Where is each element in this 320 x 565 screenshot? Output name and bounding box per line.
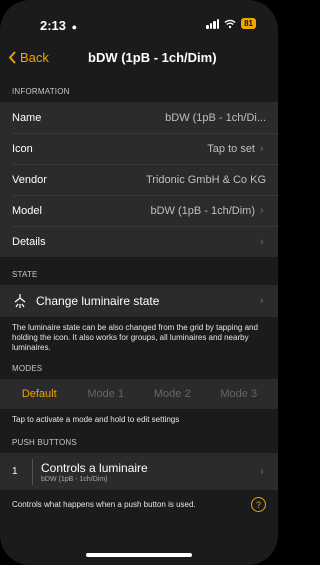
person-icon: ● [71, 22, 78, 32]
info-row-value: bDW (1pB - 1ch/Di... [165, 111, 266, 124]
status-bar: 2:13 ● 81 [0, 0, 278, 44]
info-row-label: Name [12, 111, 42, 124]
change-state-button[interactable]: Change luminaire state › [0, 285, 278, 317]
push-button-text: Controls a luminaire bDW (1pB - 1ch/Dim) [41, 461, 255, 483]
status-right: 81 [206, 18, 256, 29]
mode-1[interactable]: Mode 1 [73, 388, 140, 400]
help-button[interactable]: ? [251, 497, 266, 512]
information-header: INFORMATION [12, 87, 70, 96]
change-state-label: Change luminaire state [36, 294, 160, 308]
battery-icon: 81 [241, 18, 256, 29]
state-group: Change luminaire state › [0, 285, 278, 317]
page-title: bDW (1pB - 1ch/Dim) [88, 50, 217, 65]
luminaire-icon [14, 294, 26, 308]
modes-header: MODES [12, 364, 43, 373]
chevron-right-icon: › [260, 465, 264, 478]
info-row-icon[interactable]: Icon Tap to set › [0, 133, 278, 164]
info-row-details[interactable]: Details › [0, 226, 278, 257]
mode-2[interactable]: Mode 2 [139, 388, 206, 400]
push-button-title: Controls a luminaire [41, 460, 148, 475]
info-row-name[interactable]: Name bDW (1pB - 1ch/Di... [0, 102, 278, 133]
push-buttons-note-row: Controls what happens when a push button… [0, 490, 278, 512]
info-row-vendor: Vendor Tridonic GmbH & Co KG [0, 164, 278, 195]
home-indicator[interactable] [86, 553, 192, 557]
state-header: STATE [12, 270, 38, 279]
chevron-right-icon: › [260, 204, 264, 217]
push-button-number: 1 [12, 466, 18, 477]
chevron-left-icon [8, 51, 16, 64]
push-buttons-header: PUSH BUTTONS [12, 438, 77, 447]
phone-screen: 2:13 ● 81 Back bDW (1pB - 1ch/Dim) INFOR… [0, 0, 278, 565]
state-note: The luminaire state can be also changed … [12, 323, 258, 352]
info-row-value: Tap to set [207, 142, 255, 155]
signal-icon [206, 18, 220, 29]
info-row-label: Details [12, 235, 46, 248]
chevron-right-icon: › [260, 142, 264, 155]
back-button[interactable]: Back [8, 50, 49, 65]
info-row-label: Icon [12, 142, 33, 155]
back-label: Back [20, 50, 49, 65]
modes-note: Tap to activate a mode and hold to edit … [12, 415, 180, 424]
status-time-label: 2:13 [40, 18, 67, 33]
nav-bar: Back bDW (1pB - 1ch/Dim) [0, 44, 278, 74]
status-time: 2:13 ● [40, 18, 77, 33]
information-group: Name bDW (1pB - 1ch/Di... Icon Tap to se… [0, 102, 278, 257]
info-row-label: Model [12, 204, 42, 217]
divider [32, 458, 33, 485]
mode-default[interactable]: Default [6, 388, 73, 400]
info-row-model[interactable]: Model bDW (1pB - 1ch/Dim) › [0, 195, 278, 226]
info-row-value: bDW (1pB - 1ch/Dim) [150, 204, 255, 217]
mode-3[interactable]: Mode 3 [206, 388, 273, 400]
push-button-item[interactable]: 1 Controls a luminaire bDW (1pB - 1ch/Di… [0, 453, 278, 490]
chevron-right-icon: › [260, 235, 264, 248]
info-row-value: Tridonic GmbH & Co KG [145, 173, 266, 186]
push-button-subtitle: bDW (1pB - 1ch/Dim) [41, 475, 108, 483]
push-buttons-note: Controls what happens when a push button… [12, 500, 196, 509]
chevron-right-icon: › [260, 295, 264, 307]
info-row-label: Vendor [12, 173, 47, 186]
wifi-icon [224, 19, 236, 28]
modes-bar: Default Mode 1 Mode 2 Mode 3 [0, 379, 278, 409]
